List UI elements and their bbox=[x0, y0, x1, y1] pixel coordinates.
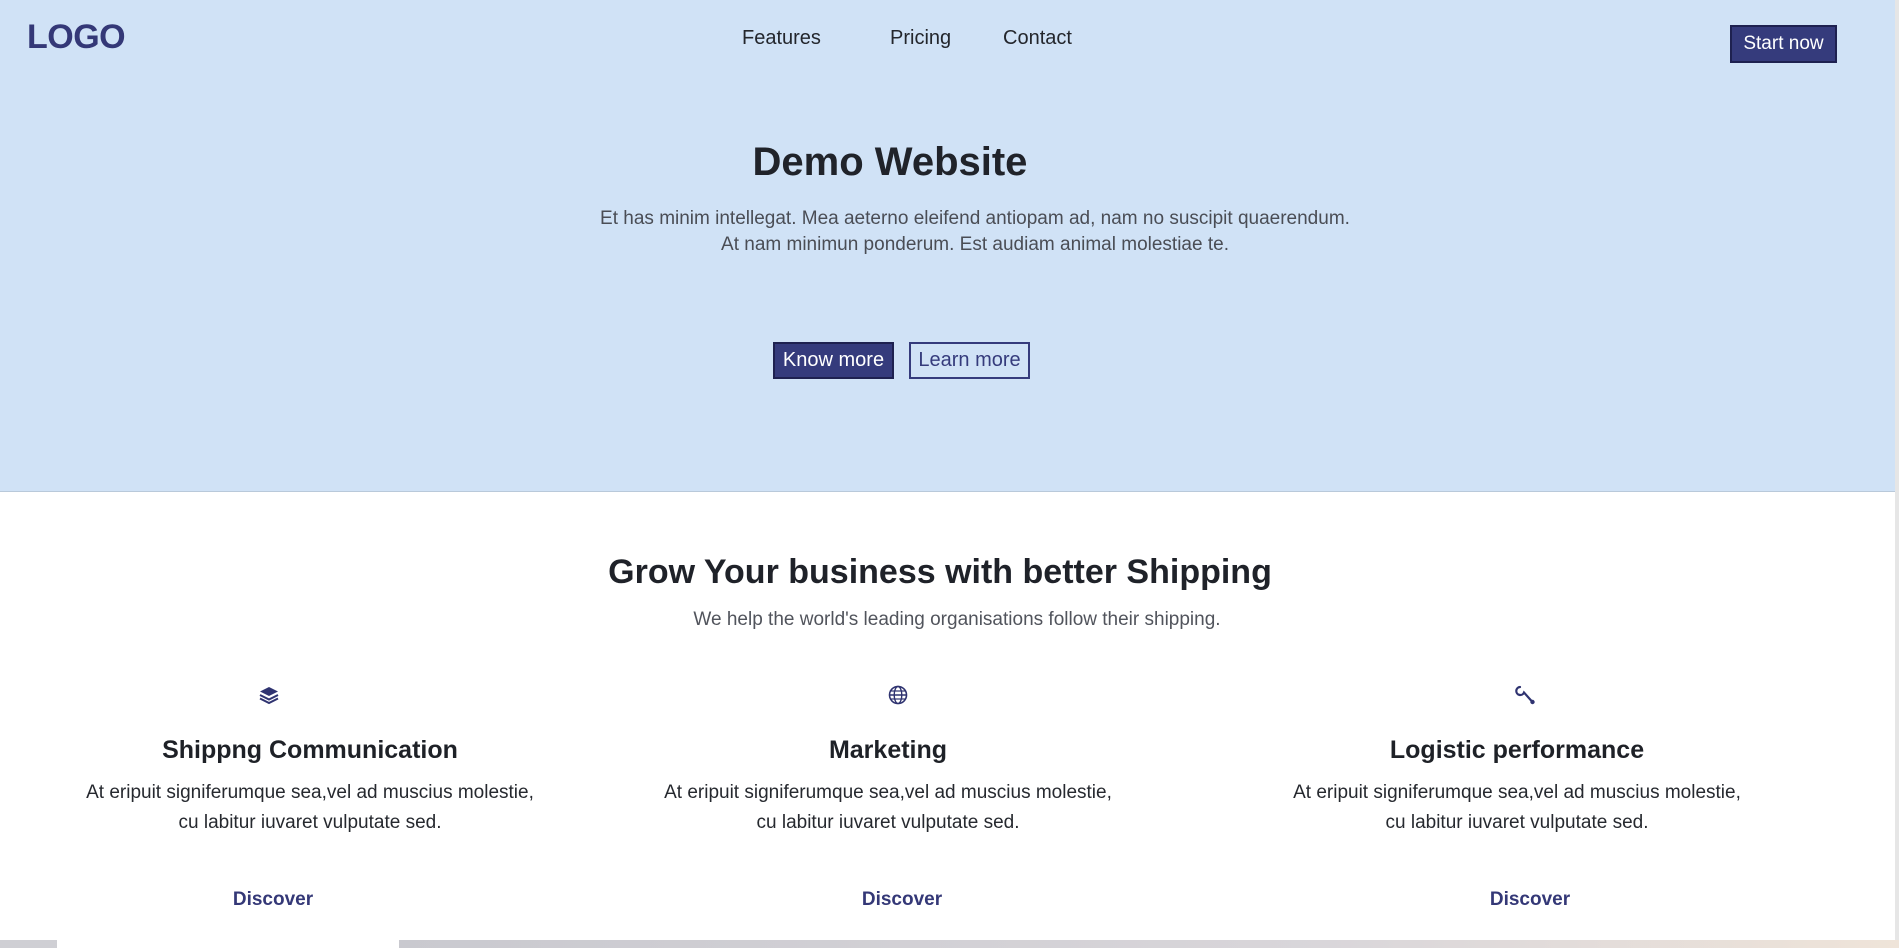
feature-description-line2: cu labitur iuvaret vulputate sed. bbox=[1385, 812, 1649, 833]
know-more-button[interactable]: Know more bbox=[773, 342, 894, 379]
hero-subtitle-line1: Et has minim intellegat. Mea aeterno ele… bbox=[600, 208, 1350, 229]
nav-link-contact[interactable]: Contact bbox=[1003, 27, 1072, 50]
feature-description-line2: cu labitur iuvaret vulputate sed. bbox=[756, 812, 1020, 833]
nav-link-pricing[interactable]: Pricing bbox=[890, 27, 951, 50]
discover-link[interactable]: Discover bbox=[842, 889, 962, 911]
feature-description: At eripuit signiferumque sea,vel ad musc… bbox=[70, 778, 550, 838]
page: LOGO Features Pricing Contact Start now … bbox=[0, 0, 1899, 948]
next-section-edge bbox=[0, 940, 1899, 948]
layers-icon bbox=[258, 684, 280, 706]
hero-section: LOGO Features Pricing Contact Start now … bbox=[0, 0, 1895, 492]
hero-title: Demo Website bbox=[752, 140, 1028, 184]
feature-description-line1: At eripuit signiferumque sea,vel ad musc… bbox=[1293, 782, 1741, 803]
hero-subtitle: Et has minim intellegat. Mea aeterno ele… bbox=[540, 206, 1410, 258]
discover-link[interactable]: Discover bbox=[1470, 889, 1590, 911]
feature-description-line1: At eripuit signiferumque sea,vel ad musc… bbox=[664, 782, 1112, 803]
section-title: Grow Your business with better Shipping bbox=[608, 553, 1272, 591]
hero-subtitle-line2: At nam minimun ponderum. Est audiam anim… bbox=[721, 234, 1229, 255]
learn-more-button[interactable]: Learn more bbox=[909, 342, 1030, 379]
feature-description-line2: cu labitur iuvaret vulputate sed. bbox=[178, 812, 442, 833]
feature-description: At eripuit signiferumque sea,vel ad musc… bbox=[648, 778, 1128, 838]
feature-description: At eripuit signiferumque sea,vel ad musc… bbox=[1277, 778, 1757, 838]
globe-icon bbox=[887, 684, 909, 706]
discover-link[interactable]: Discover bbox=[213, 889, 333, 911]
feature-description-line1: At eripuit signiferumque sea,vel ad musc… bbox=[86, 782, 534, 803]
nav-link-features[interactable]: Features bbox=[742, 27, 821, 50]
feature-title: Logistic performance bbox=[1389, 736, 1645, 764]
feature-title: Marketing bbox=[828, 736, 948, 764]
section-subtitle: We help the world's leading organisation… bbox=[693, 609, 1221, 630]
logo[interactable]: LOGO bbox=[27, 18, 126, 57]
wrench-icon bbox=[1515, 684, 1537, 706]
scrollbar[interactable] bbox=[1895, 0, 1899, 940]
start-now-button[interactable]: Start now bbox=[1730, 25, 1837, 63]
feature-title: Shippng Communication bbox=[162, 736, 458, 764]
